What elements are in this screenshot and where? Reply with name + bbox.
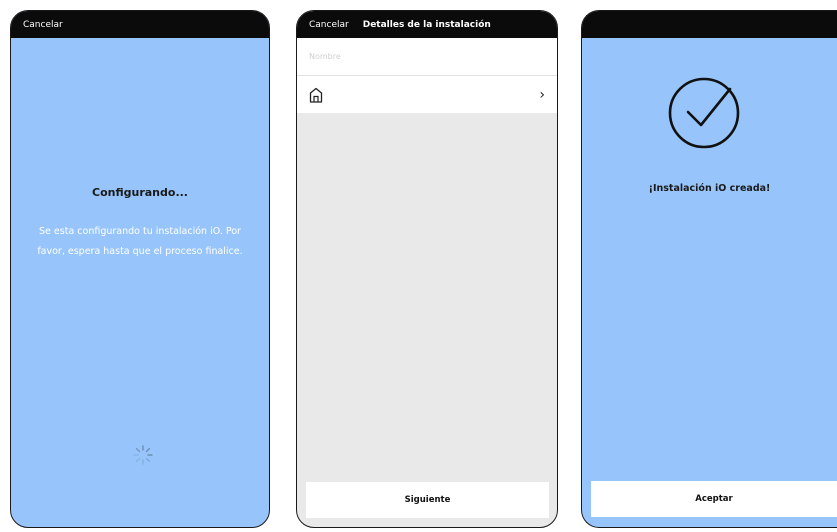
- page-title: Detalles de la instalación: [362, 19, 491, 30]
- accept-button[interactable]: Aceptar: [591, 481, 837, 517]
- screen-configuring: Cancelar Configurando... Se esta configu…: [10, 10, 270, 528]
- screen-installation-created: ¡Instalación iO creada! Aceptar: [581, 10, 837, 528]
- installation-icon-row[interactable]: ›: [297, 76, 557, 113]
- top-bar: Cancelar Detalles de la instalación: [297, 11, 557, 38]
- top-bar: [582, 11, 837, 38]
- next-button[interactable]: Siguiente: [306, 482, 549, 518]
- success-title: ¡Instalación iO creada!: [648, 183, 771, 194]
- checkmark-circle-icon: [668, 77, 740, 149]
- house-icon: [309, 87, 323, 103]
- cancel-button[interactable]: Cancelar: [11, 20, 63, 30]
- cancel-button[interactable]: Cancelar: [297, 20, 349, 30]
- chevron-right-icon: ›: [539, 86, 545, 103]
- configuring-title: Configurando...: [92, 186, 188, 199]
- spinner-icon: [133, 445, 153, 465]
- configuring-message: Se esta configurando tu instalación iO. …: [37, 226, 243, 257]
- top-bar: Cancelar: [11, 11, 269, 38]
- name-input[interactable]: Nombre: [297, 38, 557, 76]
- screen-installation-details: Cancelar Detalles de la instalación Nomb…: [296, 10, 558, 528]
